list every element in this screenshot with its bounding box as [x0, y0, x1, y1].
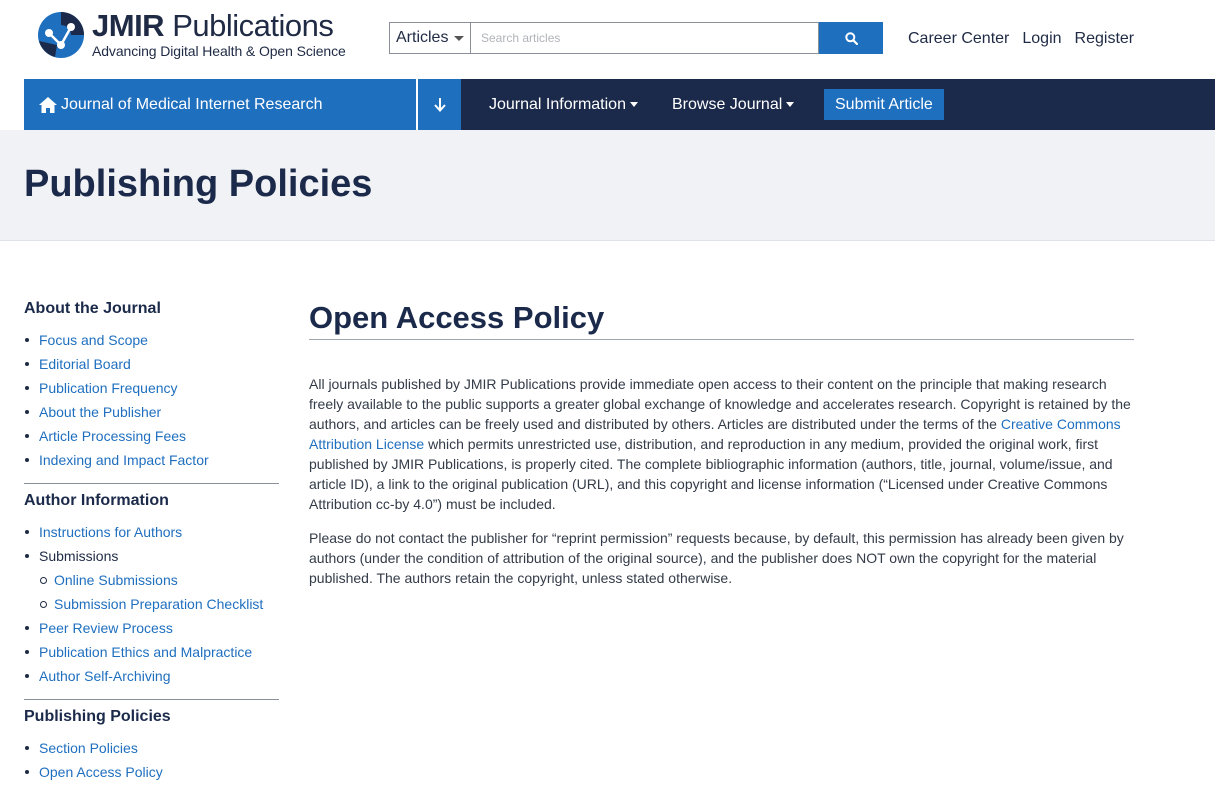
- list-item: Online Submissions: [24, 568, 279, 592]
- site-header: JMIR Publications Advancing Digital Heal…: [0, 0, 1215, 79]
- list-item: Section Policies: [24, 736, 279, 760]
- caret-down-icon: [629, 102, 638, 107]
- sidebar-link-focus-and-scope[interactable]: Focus and Scope: [39, 332, 148, 348]
- browse-journal-label: Browse Journal: [672, 95, 783, 113]
- sidebar-heading: About the Journal: [24, 300, 161, 317]
- sidebar-section-about: About the Journal Focus and Scope Editor…: [24, 300, 279, 472]
- sidebar-link-self-archiving[interactable]: Author Self-Archiving: [39, 668, 171, 684]
- paragraph: All journals published by JMIR Publicati…: [309, 374, 1134, 514]
- list-item: Publication Frequency: [24, 376, 279, 400]
- logo-title: JMIR Publications: [92, 8, 334, 43]
- sidebar-label-submissions: Submissions: [39, 548, 119, 564]
- paragraph: Please do not contact the publisher for …: [309, 530, 1124, 586]
- home-icon: [39, 96, 57, 113]
- search-icon: [844, 31, 858, 45]
- chevron-down-icon: [454, 35, 465, 41]
- sidebar-section-author: Author Information Instructions for Auth…: [24, 492, 279, 688]
- paragraph-text: which permits unrestricted use, distribu…: [309, 436, 1113, 512]
- sidebar-link-peer-review[interactable]: Peer Review Process: [39, 620, 173, 636]
- list-item: Instructions for Authors: [24, 520, 279, 544]
- sidebar-link-open-access-policy[interactable]: Open Access Policy: [39, 764, 163, 780]
- sidebar-heading: Author Information: [24, 492, 169, 509]
- sidebar-link-about-publisher[interactable]: About the Publisher: [39, 404, 161, 420]
- career-center-link[interactable]: Career Center: [908, 30, 1009, 48]
- sidebar-link-article-processing-fees[interactable]: Article Processing Fees: [39, 428, 186, 444]
- list-item: Focus and Scope: [24, 328, 279, 352]
- main-nav: Journal of Medical Internet Research Jou…: [24, 79, 1215, 130]
- sidebar-section-publishing: Publishing Policies Section Policies Ope…: [24, 708, 279, 784]
- search-bar: Articles: [389, 22, 883, 54]
- register-link[interactable]: Register: [1075, 30, 1135, 48]
- page-title: Publishing Policies: [24, 163, 373, 205]
- journal-dropdown-button[interactable]: [418, 79, 461, 130]
- sidebar-link-section-policies[interactable]: Section Policies: [39, 740, 138, 756]
- list-item: Peer Review Process: [24, 616, 279, 640]
- logo-tagline: Advancing Digital Health & Open Science: [92, 43, 346, 59]
- journal-name: Journal of Medical Internet Research: [61, 95, 323, 113]
- sidebar-link-submission-checklist[interactable]: Submission Preparation Checklist: [54, 596, 263, 612]
- sidebar-link-publication-frequency[interactable]: Publication Frequency: [39, 380, 178, 396]
- article-heading: Open Access Policy: [309, 300, 1134, 340]
- list-item: Author Self-Archiving: [24, 664, 279, 688]
- browse-journal-menu[interactable]: Browse Journal: [672, 79, 795, 130]
- list-item: Open Access Policy: [24, 760, 279, 784]
- journal-information-label: Journal Information: [489, 95, 626, 113]
- account-links: Career Center Login Register: [908, 30, 1147, 48]
- list-item: About the Publisher: [24, 400, 279, 424]
- jmir-logo[interactable]: JMIR Publications Advancing Digital Heal…: [37, 8, 346, 59]
- divider: [24, 699, 279, 700]
- sidebar-link-publication-ethics[interactable]: Publication Ethics and Malpractice: [39, 644, 252, 660]
- page-header: Publishing Policies: [0, 130, 1215, 241]
- list-item: Publication Ethics and Malpractice: [24, 640, 279, 664]
- sidebar-link-editorial-board[interactable]: Editorial Board: [39, 356, 131, 372]
- search-scope-value: Articles: [396, 29, 449, 46]
- search-input[interactable]: [470, 22, 819, 54]
- login-link[interactable]: Login: [1022, 30, 1061, 48]
- arrow-down-icon: [433, 97, 446, 112]
- sidebar: About the Journal Focus and Scope Editor…: [24, 300, 279, 784]
- sidebar-link-online-submissions[interactable]: Online Submissions: [54, 572, 178, 588]
- sidebar-heading: Publishing Policies: [24, 708, 171, 725]
- journal-home-link[interactable]: Journal of Medical Internet Research: [24, 79, 416, 130]
- list-item: Article Processing Fees: [24, 424, 279, 448]
- list-item: Editorial Board: [24, 352, 279, 376]
- main-content: Open Access Policy All journals publishe…: [309, 300, 1134, 588]
- journal-information-menu[interactable]: Journal Information: [489, 79, 638, 130]
- search-button[interactable]: [819, 22, 883, 54]
- sidebar-link-indexing-impact-factor[interactable]: Indexing and Impact Factor: [39, 452, 209, 468]
- divider: [24, 483, 279, 484]
- sidebar-link-instructions-for-authors[interactable]: Instructions for Authors: [39, 524, 182, 540]
- list-item: Indexing and Impact Factor: [24, 448, 279, 472]
- submit-article-button[interactable]: Submit Article: [824, 89, 944, 120]
- list-item: Submission Preparation Checklist: [24, 592, 279, 616]
- jmir-logo-icon: [38, 12, 84, 58]
- list-item: Submissions: [24, 544, 279, 568]
- caret-down-icon: [786, 102, 795, 107]
- search-scope-select[interactable]: Articles: [389, 22, 470, 54]
